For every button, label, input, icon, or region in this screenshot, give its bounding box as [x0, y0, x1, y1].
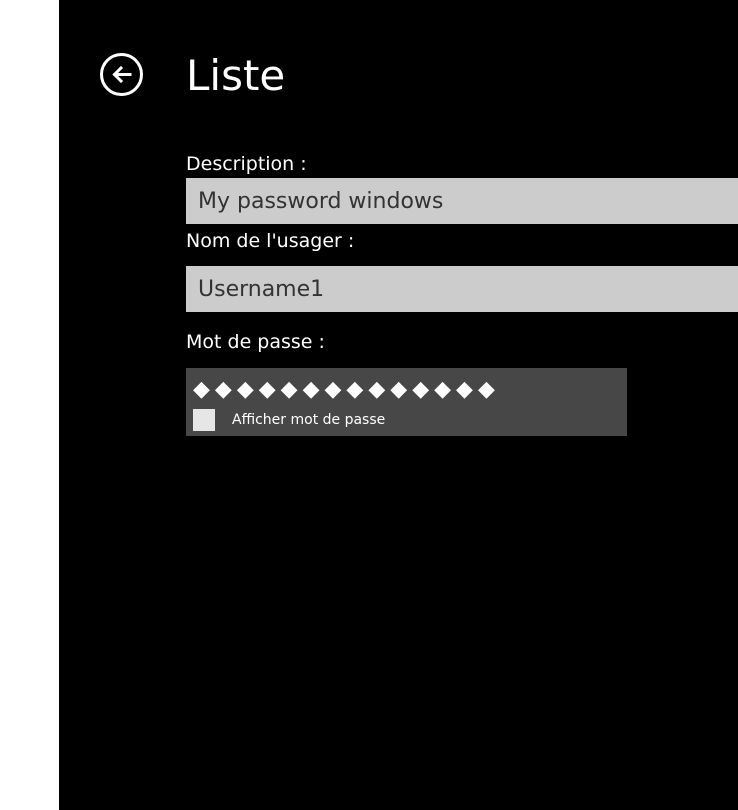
- password-field[interactable]: ◆◆◆◆◆◆◆◆◆◆◆◆◆◆: [193, 375, 500, 405]
- show-password-checkbox[interactable]: [193, 409, 215, 431]
- password-box: ◆◆◆◆◆◆◆◆◆◆◆◆◆◆ Afficher mot de passe: [186, 368, 627, 436]
- password-label: Mot de passe :: [186, 331, 325, 353]
- page-title: Liste: [186, 51, 286, 100]
- show-password-label[interactable]: Afficher mot de passe: [232, 410, 385, 430]
- desktop-strip: [0, 0, 59, 810]
- app-window: Liste Description : Nom de l'usager : Mo…: [59, 0, 738, 810]
- username-label: Nom de l'usager :: [186, 230, 355, 252]
- back-button[interactable]: [100, 53, 143, 96]
- username-field[interactable]: [186, 266, 738, 312]
- description-label: Description :: [186, 153, 307, 175]
- description-field[interactable]: [186, 178, 738, 224]
- back-arrow-icon: [112, 65, 132, 84]
